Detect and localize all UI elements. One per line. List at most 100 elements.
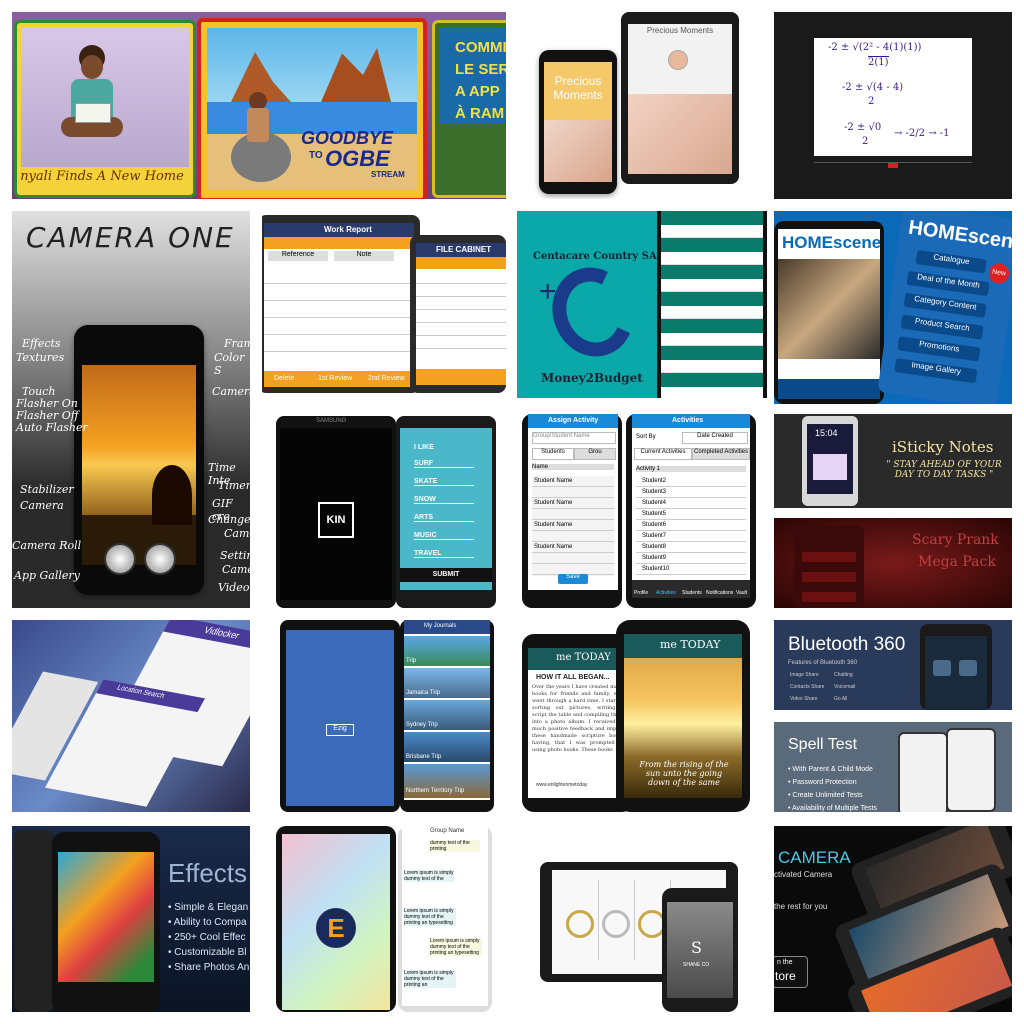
menu-catalogue[interactable]: Catalogue (915, 249, 987, 274)
phone-journals: My Journals Trip Jamaica Trip Sydney Tri… (400, 620, 494, 812)
scary-title-1: Scary Prank (912, 532, 999, 548)
phone-left: SAMSUNG KIN (276, 416, 396, 608)
label-effects: Effects (22, 337, 61, 350)
quote-text: From the rising of the sun unto the goin… (639, 760, 729, 787)
hand-phone: 15:04 (802, 416, 858, 506)
menu-image-gallery[interactable]: Image Gallery (894, 358, 978, 384)
tile-camera[interactable]: CAMERA ctivated Camera the rest for you … (774, 826, 1012, 1012)
trip-card[interactable]: Jamaica Trip (404, 668, 490, 698)
tablet-title: Precious Moments (646, 26, 714, 35)
card-3-text: COMMI LE SERP A APP À RAM (455, 39, 506, 122)
phone-activities: Activities Sort By Date Created Current … (626, 414, 756, 608)
camera-one-title: CAMERA ONE (26, 221, 235, 254)
menu-category[interactable]: Category Content (903, 292, 987, 318)
tile-chat[interactable]: E Group Name dummy text of the printing … (276, 826, 492, 1012)
new-badge: New (987, 262, 1011, 285)
spelltest-title: Spell Test (788, 736, 858, 753)
tile-journals[interactable]: Ezig My Journals Trip Jamaica Trip Sydne… (280, 620, 494, 812)
org-header: Centacare Country SA (533, 251, 657, 262)
trip-card[interactable]: Sydney Trip (404, 700, 490, 730)
phone-splash: Ezig (280, 620, 400, 812)
work-report-title: Work Report (324, 225, 372, 234)
tile-isticky-notes[interactable]: 15:04 iSticky Notes " STAY AHEAD OF YOUR… (774, 414, 1012, 508)
assign-title: Assign Activity (548, 417, 599, 424)
tab-note[interactable]: Note (334, 251, 394, 261)
storybook-card-2[interactable]: GOODBYE TO OGBE STREAM (197, 18, 427, 199)
menu-deal[interactable]: Deal of the Month (906, 270, 990, 297)
app-name: Money2Budget (541, 371, 643, 385)
splash-panel: Centacare Country SA + Money2Budget (517, 211, 657, 398)
tile-camera-one[interactable]: CAMERA ONE Effects Textures Touch Flashe… (12, 211, 250, 608)
ring-image[interactable] (602, 910, 630, 938)
submit-button[interactable]: SUBMIT (400, 568, 492, 582)
tile-rings[interactable]: S SHANE CO (522, 826, 758, 1012)
tile-vidlocker[interactable]: Vidlocker Location Search (12, 620, 250, 812)
tile-me-today[interactable]: me TODAY HOW IT ALL BEGAN... Over the ye… (522, 620, 758, 812)
whiteboard-screen: -2 ± √(2² - 4(1)(1)) 2(1) -2 ± √(4 - 4) … (814, 38, 972, 156)
lock-time: 15:04 (815, 428, 838, 438)
tablet-right: FILE CABINET (410, 235, 506, 393)
card-1-caption: nyali Finds A New Home (20, 169, 184, 184)
trip-card[interactable]: Trip (404, 636, 490, 666)
tile-spell-test[interactable]: Spell Test • With Parent & Child Mode • … (774, 722, 1012, 812)
tablet-device: Precious Moments (621, 12, 739, 184)
girl-reading-illustration (61, 45, 123, 155)
phone-right-menu: HOMEscene New Catalogue Deal of the Mont… (877, 211, 1012, 404)
phone-left: HOMEscene (774, 221, 884, 404)
trip-card[interactable]: Brisbane Trip (404, 732, 490, 762)
save-button[interactable]: Save (558, 574, 588, 584)
menu-promotions[interactable]: Promotions (897, 336, 981, 362)
shutter-button[interactable] (104, 543, 136, 575)
video-button[interactable] (144, 543, 176, 575)
tile-kin[interactable]: SAMSUNG KIN I LIKE SURF SKATE SNOW ARTS … (276, 416, 496, 608)
tile-activities[interactable]: Assign Activity Group/Student Name Stude… (522, 414, 758, 608)
phone-right: me TODAY From the rising of the sun unto… (616, 620, 750, 812)
menu-product-search[interactable]: Product Search (900, 314, 984, 340)
tile-bluetooth-360[interactable]: Bluetooth 360 Features of Bluetooth 360 … (774, 620, 1012, 710)
card-2-title-ogbe: OGBE (325, 146, 390, 171)
tile-effects[interactable]: Effects • Simple & Elegan • Ability to C… (12, 826, 250, 1012)
tile-homescene[interactable]: HOMEscene HOMEscene New Catalogue Deal o… (774, 211, 1012, 404)
storybook-card-1[interactable]: nyali Finds A New Home (14, 20, 196, 198)
group-search-input[interactable]: Group/Student Name (532, 432, 616, 444)
group-name: Group Name (430, 828, 465, 834)
kin-logo: KIN (318, 502, 354, 538)
tile-money2budget[interactable]: Centacare Country SA + Money2Budget (517, 211, 767, 398)
app-title: Precious Moments (553, 74, 603, 102)
camera-tagline: the rest for you (774, 902, 828, 911)
sort-dropdown[interactable]: Date Created (682, 432, 748, 444)
tab-reference[interactable]: Reference (268, 251, 328, 261)
ring-image[interactable] (566, 910, 594, 938)
card-2-title-to: TO (309, 150, 323, 161)
app-logo: Ezig (326, 724, 354, 736)
storybook-card-3[interactable]: COMMI LE SERP A APP À RAM (432, 20, 506, 198)
brand-name: SHANE CO (683, 962, 710, 968)
phone-back (14, 830, 54, 1012)
card-2-title-stream: STREAM (371, 170, 405, 179)
isticky-tagline: " STAY AHEAD OF YOUR DAY TO DAY TASKS " (886, 460, 1002, 480)
app-logo: E (316, 908, 356, 948)
activities-title: Activities (672, 417, 704, 424)
samsung-brand: SAMSUNG (316, 418, 347, 424)
app-store-badge[interactable]: n the tore (774, 956, 808, 988)
tile-work-report[interactable]: Work Report Reference Note Delete 1st Re… (262, 211, 506, 398)
avatar (668, 50, 688, 70)
bluetooth-subtitle: Features of Bluetooth 360 (788, 660, 858, 666)
phone-device: S SHANE CO (662, 888, 738, 1012)
budget-list-phone (657, 211, 767, 398)
camera-subtitle: ctivated Camera (774, 870, 833, 879)
phone-device (898, 732, 948, 812)
website-link[interactable]: www.enlightenmetoday (536, 782, 587, 788)
tile-math-whiteboard[interactable]: -2 ± √(2² - 4(1)(1)) 2(1) -2 ± √(4 - 4) … (774, 12, 1012, 199)
metoday-logo: me TODAY (556, 652, 611, 663)
tile-precious-moments[interactable]: Precious Moments Precious Moments (517, 12, 767, 199)
tile-scary-prank[interactable]: Scary Prank Mega Pack (774, 518, 1012, 608)
tablet-left: Work Report Reference Note Delete 1st Re… (262, 215, 420, 393)
scary-title-2: Mega Pack (918, 554, 996, 570)
tile-kids-storybook[interactable]: nyali Finds A New Home GOODBYE TO OGBE S… (12, 12, 506, 199)
trip-card[interactable]: Northern Territory Trip (404, 764, 490, 798)
phone-device (946, 728, 996, 812)
story-body: Over the years I have created many books… (532, 684, 624, 753)
phone-device (920, 624, 992, 710)
bluetooth-title: Bluetooth 360 (788, 634, 906, 655)
